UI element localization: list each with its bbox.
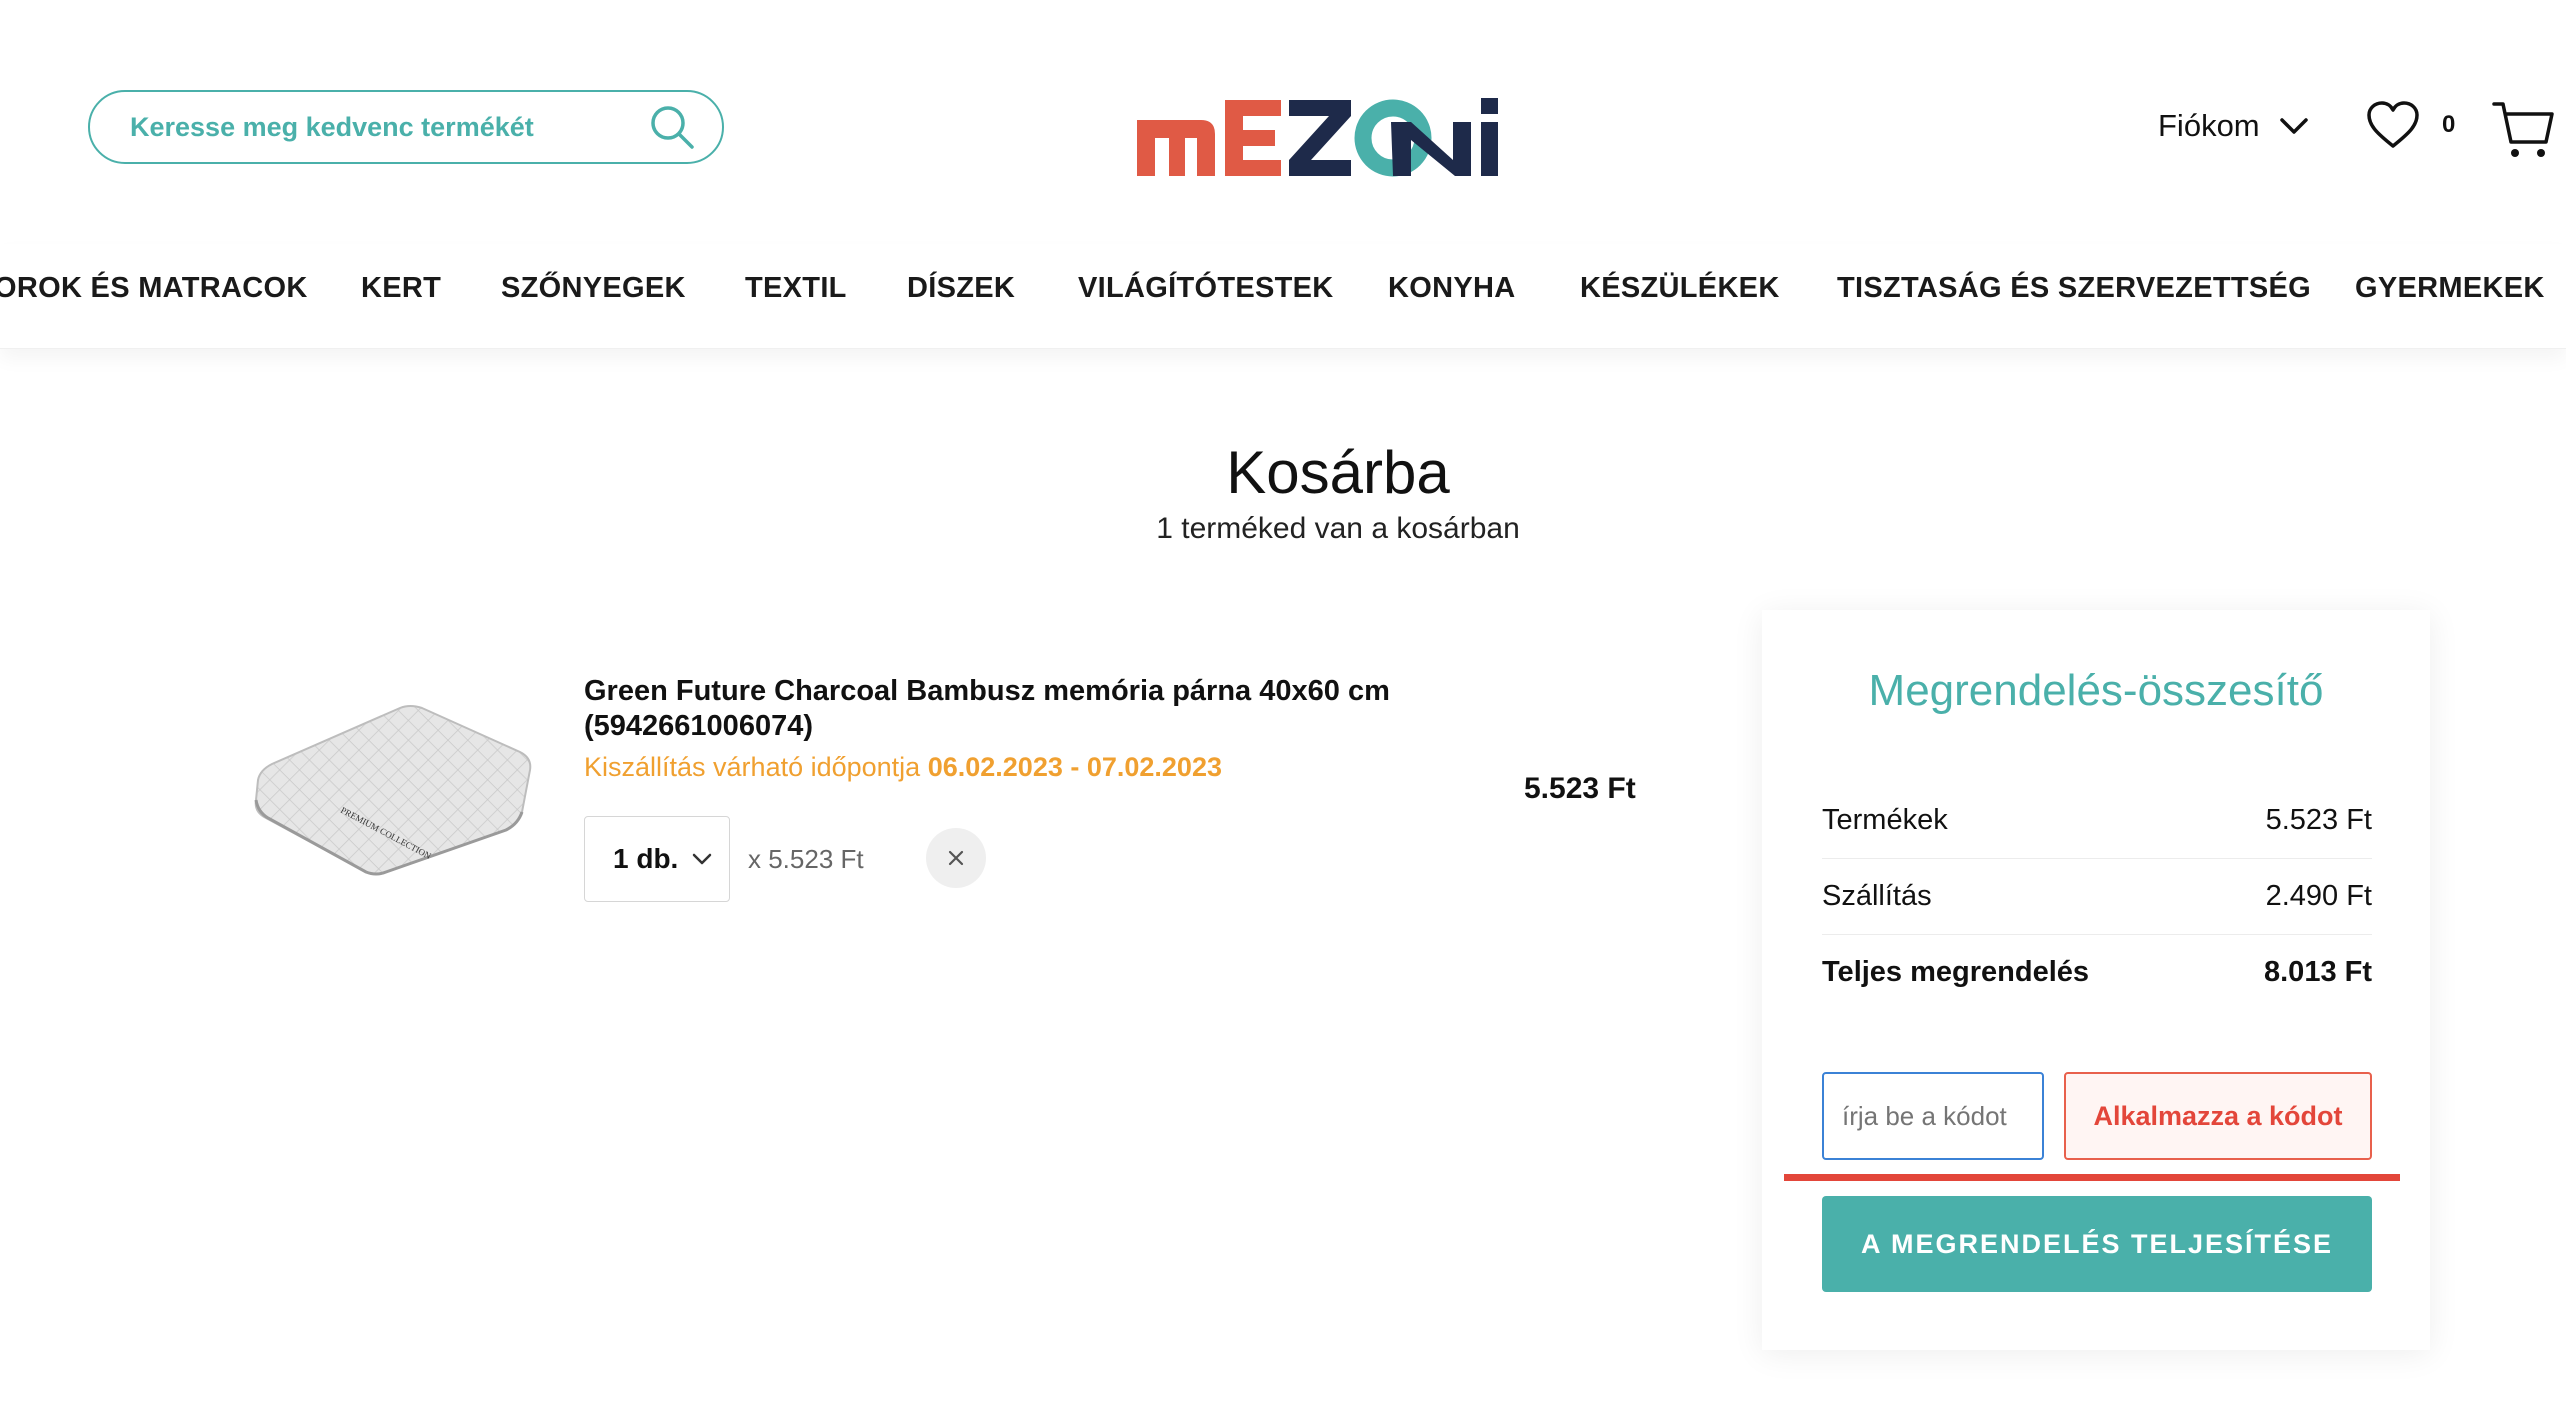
chevron-down-icon xyxy=(2279,118,2308,134)
checkout-button[interactable]: A MEGRENDELÉS TELJESÍTÉSE xyxy=(1822,1196,2372,1292)
cart-count-text: 1 terméked van a kosárban xyxy=(1156,512,1520,545)
product-name[interactable]: Green Future Charcoal Bambusz memória pá… xyxy=(584,674,1484,744)
page-title: Kosárba xyxy=(1226,439,1450,506)
main-navigation: OROK ÉS MATRACOK KERT SZŐNYEGEK TEXTIL D… xyxy=(0,244,2566,349)
heart-icon xyxy=(2367,101,2419,148)
wishlist-count: 0 xyxy=(2442,111,2456,138)
nav-item-kitchen[interactable]: KONYHA xyxy=(1388,272,1515,305)
search-icon[interactable] xyxy=(648,103,696,151)
nav-item-textile[interactable]: TEXTIL xyxy=(745,272,847,305)
summary-value: 8.013 Ft xyxy=(2264,955,2372,988)
cart-icon[interactable] xyxy=(2492,98,2556,162)
nav-item-lighting[interactable]: VILÁGÍTÓTESTEK xyxy=(1078,272,1334,305)
summary-title: Megrendelés-összesítő xyxy=(1868,666,2324,715)
nav-item-cleaning-organization[interactable]: TISZTASÁG ÉS SZERVEZETTSÉG xyxy=(1837,272,2311,305)
close-icon xyxy=(948,850,964,866)
summary-row-total: Teljes megrendelés 8.013 Ft xyxy=(1822,934,2372,1010)
remove-item-button[interactable] xyxy=(926,828,986,888)
quantity-select[interactable]: 1 db. xyxy=(584,816,730,902)
account-label: Fiókom xyxy=(2158,108,2260,143)
coupon-code-input[interactable] xyxy=(1822,1072,2044,1160)
nav-item-appliances[interactable]: KÉSZÜLÉKEK xyxy=(1580,272,1780,305)
error-underline xyxy=(1784,1174,2400,1181)
order-summary-panel: Megrendelés-összesítő Termékek 5.523 Ft … xyxy=(1762,610,2430,1350)
summary-label: Szállítás xyxy=(1822,879,1932,912)
summary-label: Teljes megrendelés xyxy=(1822,955,2090,988)
product-image[interactable]: PREMIUM COLLECTION xyxy=(250,700,540,880)
summary-value: 2.490 Ft xyxy=(2265,879,2372,912)
chevron-down-icon xyxy=(692,853,712,865)
line-total: 5.523 Ft xyxy=(1524,772,1636,805)
summary-value: 5.523 Ft xyxy=(2265,803,2372,836)
mezoni-logo[interactable] xyxy=(1135,78,1545,182)
nav-item-rugs[interactable]: SZŐNYEGEK xyxy=(501,272,686,305)
summary-label: Termékek xyxy=(1822,803,1948,836)
unit-price: x 5.523 Ft xyxy=(748,844,864,874)
nav-item-children[interactable]: GYERMEKEK xyxy=(2355,272,2545,305)
search-bar[interactable]: Keresse meg kedvenc termékét xyxy=(88,90,724,164)
summary-row-products: Termékek 5.523 Ft xyxy=(1822,782,2372,859)
delivery-estimate: Kiszállítás várható időpontja 06.02.2023… xyxy=(584,752,1222,783)
quantity-value: 1 db. xyxy=(613,843,679,874)
nav-item-garden[interactable]: KERT xyxy=(361,272,441,305)
summary-row-shipping: Szállítás 2.490 Ft xyxy=(1822,858,2372,935)
nav-item-beds-mattresses[interactable]: OROK ÉS MATRACOK xyxy=(0,272,308,305)
account-menu[interactable]: Fiókom xyxy=(2158,108,2310,144)
search-input[interactable]: Keresse meg kedvenc termékét xyxy=(130,112,648,143)
delivery-dates: 06.02.2023 - 07.02.2023 xyxy=(927,752,1222,782)
wishlist-link[interactable]: 0 xyxy=(2366,100,2455,150)
delivery-label: Kiszállítás várható időpontja xyxy=(584,752,921,782)
nav-item-decor[interactable]: DÍSZEK xyxy=(907,272,1015,305)
apply-coupon-button[interactable]: Alkalmazza a kódot xyxy=(2064,1072,2372,1160)
